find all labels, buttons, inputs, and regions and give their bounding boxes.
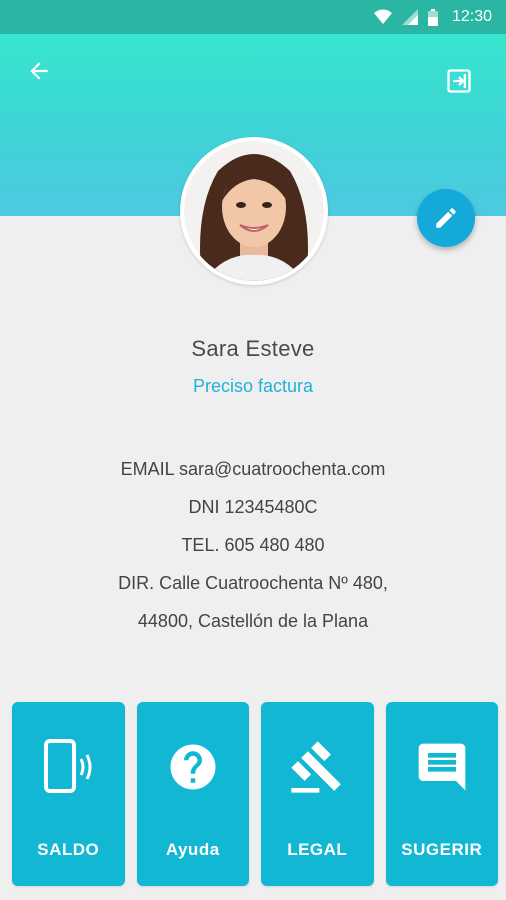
address-line-1: DIR. Calle Cuatroochenta Nº 480,: [118, 573, 388, 593]
profile-name: Sara Esteve: [191, 336, 315, 361]
tile-ayuda-label: Ayuda: [165, 840, 220, 859]
logout-button[interactable]: [444, 66, 474, 96]
status-time: 12:30: [451, 8, 492, 25]
wifi-icon: [373, 9, 392, 25]
feedback-icon: [414, 738, 470, 796]
tile-saldo[interactable]: SALDO: [12, 702, 125, 886]
invoice-link[interactable]: Preciso factura: [0, 376, 506, 397]
tile-sugerir-label: SUGERIR: [401, 840, 483, 859]
status-bar: 12:30: [0, 0, 506, 34]
gavel-icon: [289, 738, 345, 796]
address-line-2: 44800, Castellón de la Plana: [137, 611, 369, 631]
tile-sugerir[interactable]: SUGERIR: [385, 702, 498, 886]
tile-legal-label: LEGAL: [287, 840, 348, 859]
phone-vibrate-icon: [41, 738, 95, 796]
help-icon: [166, 738, 220, 796]
email-text: EMAIL sara@cuatroochenta.com: [120, 459, 386, 479]
tile-legal[interactable]: LEGAL: [261, 702, 374, 886]
pencil-icon: [436, 208, 456, 228]
dni-text: DNI 12345480C: [188, 497, 318, 517]
avatar: [180, 137, 328, 285]
tile-ayuda[interactable]: Ayuda: [136, 702, 249, 886]
logout-icon: [447, 69, 471, 93]
battery-icon: [427, 8, 438, 26]
profile-info: EMAIL sara@cuatroochenta.com DNI 1234548…: [0, 450, 506, 640]
phone-text: TEL. 605 480 480: [181, 535, 325, 555]
profile-photo: [184, 141, 324, 281]
back-button[interactable]: [22, 54, 56, 88]
arrow-back-icon: [30, 62, 48, 80]
edit-profile-button[interactable]: [417, 189, 475, 247]
action-tiles: SALDO Ayuda LEGAL SUGERIR: [12, 702, 498, 886]
tile-saldo-label: SALDO: [37, 840, 100, 859]
signal-icon: [401, 9, 418, 25]
